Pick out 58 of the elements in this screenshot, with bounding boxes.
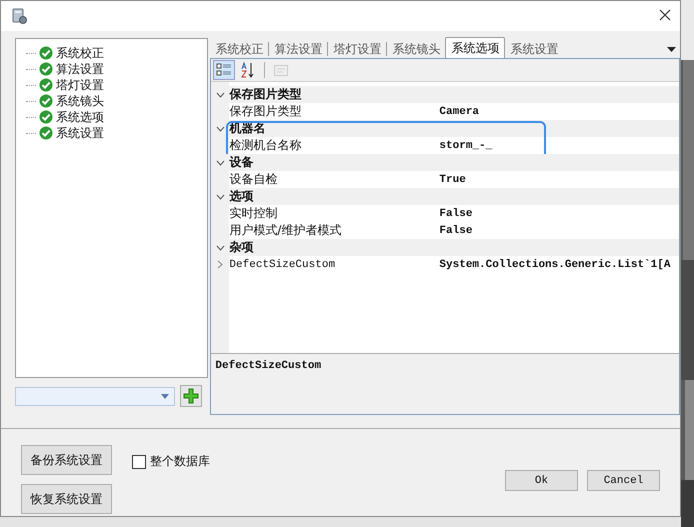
- property-name[interactable]: DefectSizeCustom: [229, 258, 336, 270]
- property-name[interactable]: 实时控制: [229, 205, 278, 222]
- checkbox[interactable]: [132, 454, 146, 468]
- property-value[interactable]: False: [439, 224, 472, 236]
- category-heading: 保存图片类型: [229, 86, 302, 103]
- tree-item[interactable]: 系统校正: [56, 44, 104, 62]
- chevron-icon[interactable]: [216, 160, 225, 166]
- property-value[interactable]: False: [439, 208, 472, 220]
- chevron-icon[interactable]: [216, 244, 225, 250]
- chevron-icon[interactable]: [217, 260, 224, 269]
- plus-icon: [183, 388, 199, 404]
- check-icon: [39, 78, 53, 92]
- dialog-button[interactable]: Cancel: [587, 470, 660, 491]
- tab[interactable]: 算法设置: [269, 40, 328, 58]
- property-value[interactable]: True: [439, 174, 466, 186]
- tree-item[interactable]: 算法设置: [56, 60, 104, 78]
- description-text: DefectSizeCustom: [215, 360, 322, 372]
- category-heading: 设备: [229, 154, 254, 171]
- backup-restore-button[interactable]: 恢复系统设置: [21, 484, 112, 514]
- dialog-button[interactable]: Ok: [505, 470, 578, 491]
- tab[interactable]: 塔灯设置: [328, 40, 386, 58]
- tree-item[interactable]: 系统选项: [56, 108, 104, 126]
- check-icon: [39, 110, 53, 124]
- categorized-button[interactable]: [213, 60, 236, 80]
- caret-icon: [161, 394, 169, 398]
- chevron-icon[interactable]: [216, 126, 225, 132]
- tab[interactable]: 系统设置: [505, 40, 564, 58]
- category-heading: 杂项: [229, 239, 254, 256]
- page-icon: [273, 62, 290, 78]
- chevron-icon[interactable]: [216, 194, 225, 200]
- tab[interactable]: 系统校正: [210, 40, 268, 58]
- check-icon: [39, 46, 53, 60]
- check-icon: [39, 62, 53, 76]
- property-value[interactable]: System.Collections.Generic.List`1[A: [439, 258, 670, 270]
- add-button[interactable]: [180, 385, 202, 407]
- tree-item[interactable]: 系统设置: [56, 124, 104, 142]
- check-icon: [39, 94, 53, 108]
- property-value[interactable]: storm_-_: [439, 140, 492, 152]
- tab[interactable]: 系统选项: [445, 37, 506, 58]
- chevron-icon[interactable]: [216, 92, 225, 98]
- check-icon: [39, 126, 53, 140]
- sort-icon: [240, 62, 256, 78]
- tree-item[interactable]: 塔灯设置: [56, 76, 104, 94]
- backup-restore-button[interactable]: 备份系统设置: [21, 445, 112, 475]
- list-icon: [216, 62, 232, 78]
- category-heading: 选项: [229, 188, 254, 205]
- property-name[interactable]: 检测机台名称: [229, 137, 302, 154]
- tab[interactable]: 系统镜头: [387, 40, 446, 58]
- app-icon: [10, 7, 28, 25]
- property-name[interactable]: 用户模式/维护者模式: [229, 222, 342, 239]
- property-value[interactable]: Camera: [439, 106, 480, 118]
- close-icon[interactable]: [659, 9, 671, 21]
- property-name[interactable]: 设备自检: [229, 171, 278, 188]
- checkbox-label: 整个数据库: [150, 453, 210, 470]
- dropdown-field[interactable]: [15, 386, 175, 406]
- property-name[interactable]: 保存图片类型: [229, 103, 302, 120]
- tree-item[interactable]: 系统镜头: [56, 92, 104, 110]
- caret-icon[interactable]: [667, 47, 676, 52]
